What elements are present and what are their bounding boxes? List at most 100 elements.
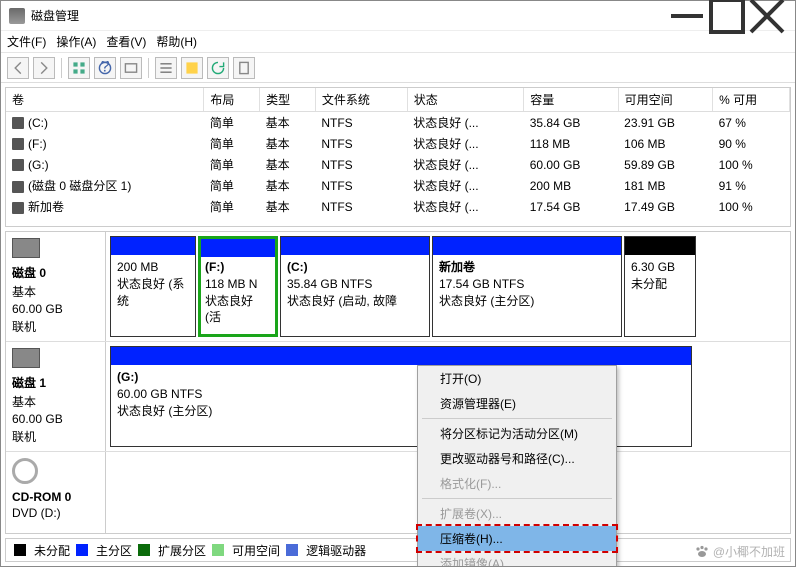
- volume-icon: [12, 138, 24, 150]
- forward-button[interactable]: [33, 57, 55, 79]
- paw-icon: [694, 544, 710, 560]
- disk-type: 基本: [12, 393, 99, 410]
- disk-icon: [12, 238, 40, 258]
- properties-button[interactable]: [233, 57, 255, 79]
- ctx-change-letter[interactable]: 更改驱动器号和路径(C)...: [418, 446, 616, 471]
- partition-bar: [111, 237, 195, 255]
- legend-swatch-extended: [138, 544, 150, 556]
- partition-size: 118 MB N: [205, 276, 271, 293]
- ctx-shrink[interactable]: 压缩卷(H)...: [418, 526, 616, 551]
- col-layout[interactable]: 布局: [204, 88, 260, 112]
- disk-header-0[interactable]: 磁盘 0 基本 60.00 GB 联机: [6, 232, 106, 341]
- col-type[interactable]: 类型: [260, 88, 316, 112]
- menu-view[interactable]: 查看(V): [106, 33, 146, 50]
- partition-status: 状态良好 (活: [205, 293, 271, 327]
- partition-status: 未分配: [631, 276, 689, 293]
- maximize-button[interactable]: [707, 2, 747, 30]
- cdrom-icon: [12, 458, 38, 484]
- toolbar: ?: [1, 53, 795, 83]
- legend-swatch-free: [212, 544, 224, 556]
- partition[interactable]: 新加卷 17.54 GB NTFS 状态良好 (主分区): [432, 236, 622, 337]
- help-button[interactable]: ?: [94, 57, 116, 79]
- disk-status: 联机: [12, 318, 99, 335]
- table-row[interactable]: (C:)简单基本NTFS状态良好 (...35.84 GB23.91 GB67 …: [6, 112, 790, 134]
- partition-selected[interactable]: (F:) 118 MB N 状态良好 (活: [198, 236, 278, 337]
- table-row[interactable]: (磁盘 0 磁盘分区 1)简单基本NTFS状态良好 (...200 MB181 …: [6, 175, 790, 196]
- volume-list-pane[interactable]: 卷 布局 类型 文件系统 状态 容量 可用空间 % 可用 (C:)简单基本NTF…: [5, 87, 791, 227]
- legend-swatch-logical: [286, 544, 298, 556]
- toolbar-divider-2: [148, 58, 149, 78]
- ctx-explorer[interactable]: 资源管理器(E): [418, 391, 616, 416]
- partition-status: 状态良好 (系统: [117, 276, 189, 310]
- minimize-button[interactable]: [667, 2, 707, 30]
- watermark-text: @小椰不加班: [713, 543, 785, 560]
- disk-icon: [12, 348, 40, 368]
- partition-bar: [433, 237, 621, 255]
- disk-type: 基本: [12, 283, 99, 300]
- partition-label: 新加卷: [439, 260, 475, 274]
- ctx-extend[interactable]: 扩展卷(X)...: [418, 501, 616, 526]
- back-button[interactable]: [7, 57, 29, 79]
- table-row[interactable]: (G:)简单基本NTFS状态良好 (...60.00 GB59.89 GB100…: [6, 154, 790, 175]
- disk-status: 联机: [12, 428, 99, 445]
- table-row[interactable]: (F:)简单基本NTFS状态良好 (...118 MB106 MB90 %: [6, 133, 790, 154]
- titlebar: 磁盘管理: [1, 1, 795, 31]
- volume-icon: [12, 117, 24, 129]
- legend: 未分配 主分区 扩展分区 可用空间 逻辑驱动器: [5, 538, 791, 562]
- partition-unallocated[interactable]: 6.30 GB 未分配: [624, 236, 696, 337]
- partition-bar: [625, 237, 695, 255]
- ctx-format[interactable]: 格式化(F)...: [418, 471, 616, 496]
- disk-row-cdrom: CD-ROM 0 DVD (D:) 无媒体: [6, 452, 790, 534]
- col-status[interactable]: 状态: [407, 88, 524, 112]
- partition-label: (F:): [205, 260, 224, 274]
- col-pctfree[interactable]: % 可用: [713, 88, 790, 112]
- graphical-pane[interactable]: 磁盘 0 基本 60.00 GB 联机 200 MB 状态良好 (系统: [5, 231, 791, 534]
- partition-status: 状态良好 (启动, 故障: [287, 293, 423, 310]
- menu-help[interactable]: 帮助(H): [156, 33, 197, 50]
- ctx-separator: [422, 498, 612, 499]
- legend-unalloc: 未分配: [34, 542, 70, 559]
- table-row[interactable]: 新加卷简单基本NTFS状态良好 (...17.54 GB17.49 GB100 …: [6, 196, 790, 217]
- disk-header-cdrom[interactable]: CD-ROM 0 DVD (D:) 无媒体: [6, 452, 106, 534]
- menu-file[interactable]: 文件(F): [7, 33, 46, 50]
- disk-title: 磁盘 0: [12, 264, 99, 281]
- list-view-button[interactable]: [155, 57, 177, 79]
- menu-action[interactable]: 操作(A): [56, 33, 96, 50]
- detail-view-button[interactable]: [181, 57, 203, 79]
- volume-table[interactable]: 卷 布局 类型 文件系统 状态 容量 可用空间 % 可用 (C:)简单基本NTF…: [6, 88, 790, 217]
- legend-primary: 主分区: [96, 542, 132, 559]
- ctx-separator: [422, 418, 612, 419]
- close-button[interactable]: [747, 2, 787, 30]
- col-fs[interactable]: 文件系统: [315, 88, 407, 112]
- disk-sub: DVD (D:): [12, 506, 99, 520]
- toolbar-divider: [61, 58, 62, 78]
- disk-header-1[interactable]: 磁盘 1 基本 60.00 GB 联机: [6, 342, 106, 451]
- partition-size: 17.54 GB NTFS: [439, 276, 615, 293]
- disk-size: 60.00 GB: [12, 302, 99, 316]
- ctx-add-mirror[interactable]: 添加镜像(A)...: [418, 551, 616, 566]
- partition[interactable]: 200 MB 状态良好 (系统: [110, 236, 196, 337]
- col-capacity[interactable]: 容量: [524, 88, 618, 112]
- settings-button[interactable]: [120, 57, 142, 79]
- refresh-button[interactable]: [207, 57, 229, 79]
- views-button[interactable]: [68, 57, 90, 79]
- col-free[interactable]: 可用空间: [618, 88, 712, 112]
- partition-label: (G:): [117, 370, 138, 384]
- legend-swatch-unalloc: [14, 544, 26, 556]
- disk-row-0: 磁盘 0 基本 60.00 GB 联机 200 MB 状态良好 (系统: [6, 232, 790, 342]
- partition-size: 35.84 GB NTFS: [287, 276, 423, 293]
- partition-status: 状态良好 (主分区): [439, 293, 615, 310]
- legend-free: 可用空间: [232, 542, 280, 559]
- partition-label: (C:): [287, 260, 308, 274]
- svg-text:?: ?: [100, 61, 109, 75]
- partition[interactable]: (C:) 35.84 GB NTFS 状态良好 (启动, 故障: [280, 236, 430, 337]
- ctx-open[interactable]: 打开(O): [418, 366, 616, 391]
- menubar: 文件(F) 操作(A) 查看(V) 帮助(H): [1, 31, 795, 53]
- partition-size: 200 MB: [117, 259, 189, 276]
- volume-icon: [12, 202, 24, 214]
- ctx-mark-active[interactable]: 将分区标记为活动分区(M): [418, 421, 616, 446]
- disk-title: CD-ROM 0: [12, 490, 99, 504]
- col-volume[interactable]: 卷: [6, 88, 204, 112]
- partition-bar: [111, 347, 691, 365]
- watermark: @小椰不加班: [694, 543, 785, 560]
